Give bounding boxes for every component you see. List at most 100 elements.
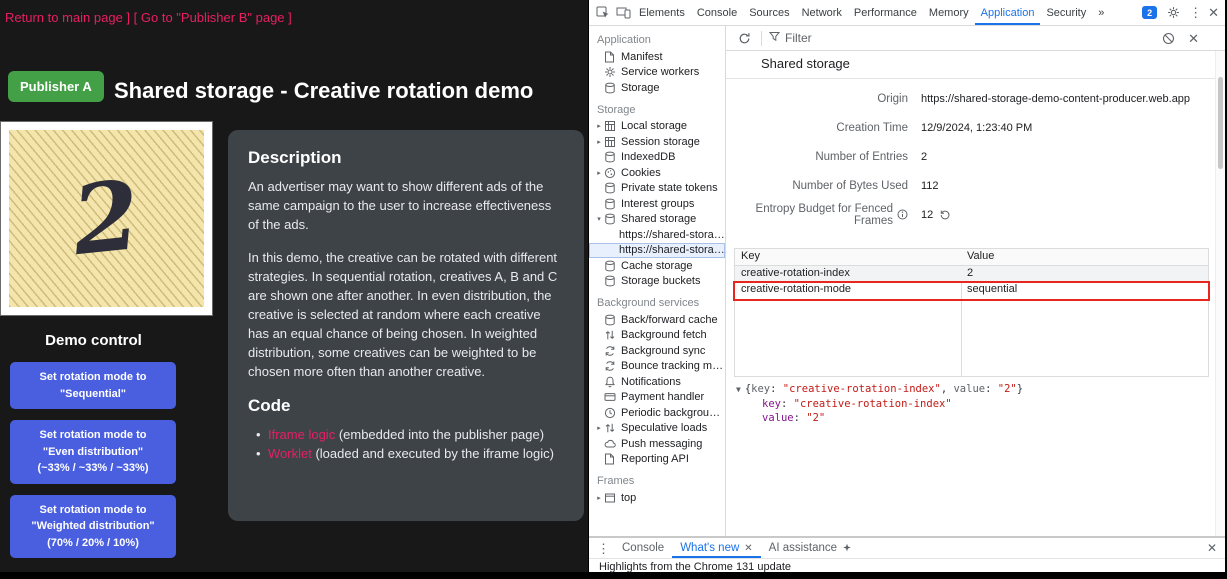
chevron-right-icon[interactable]: ▸ [594,424,604,432]
card-icon [604,391,617,403]
issues-badge[interactable]: 2 [1142,6,1157,19]
drawer-tab-ai-assistance[interactable]: AI assistance [761,538,860,558]
sidebar-item-top[interactable]: ▸top [589,490,725,506]
cookie-icon [604,167,617,179]
meta-label: Entropy Budget for Fenced Frames [734,203,908,227]
sidebar-item-label: Shared storage [621,213,696,225]
table-row-creative-rotation-index[interactable]: creative-rotation-index2 [735,266,1208,282]
return-main-page-link[interactable]: Return to main page ] [5,10,130,25]
meta-label: Number of Entries [734,151,908,163]
toolbar-separator [761,31,762,46]
frame-icon [604,492,617,504]
preview-summary[interactable]: ▼{key: "creative-rotation-index", value:… [736,382,1209,397]
scrollbar-thumb[interactable] [1218,77,1223,169]
sidebar-item-label: https://shared-storage… [619,229,725,241]
sidebar-item-payment-handler[interactable]: Payment handler [589,390,725,406]
drawer-tab-what-s-new[interactable]: What's new✕ [672,538,760,558]
ai-spark-icon [842,543,852,553]
rotation-mode-button-3[interactable]: Set rotation mode to"Weighted distributi… [10,495,176,559]
rotation-mode-button-1[interactable]: Set rotation mode to"Sequential" [10,362,176,409]
sidebar-item-service-workers[interactable]: Service workers [589,65,725,81]
sidebar-item-session-storage[interactable]: ▸Session storage [589,134,725,150]
drawer-close-icon[interactable]: ✕ [1207,541,1217,555]
chevron-right-icon[interactable]: ▸ [594,138,604,146]
filter-input[interactable]: Filter [769,31,812,45]
sidebar-item-background-fetch[interactable]: Background fetch [589,328,725,344]
devtools-drawer: ⋮ ConsoleWhat's new✕AI assistance ✕ High… [589,536,1225,572]
sidebar-item-notifications[interactable]: Notifications [589,374,725,390]
refresh-icon[interactable] [734,26,754,50]
preview-property-key: key: "creative-rotation-index" [762,397,1209,411]
sidebar-item-periodic-backgroun[interactable]: Periodic backgroun… [589,405,725,421]
kebab-menu-icon[interactable]: ⋮ [1189,6,1202,19]
chevron-down-icon[interactable]: ▾ [594,215,604,223]
devtools-tab-performance[interactable]: Performance [848,0,923,25]
table-row-creative-rotation-mode[interactable]: creative-rotation-modesequential [735,282,1208,298]
sidebar-item-push-messaging[interactable]: Push messaging [589,436,725,452]
table-col-value[interactable]: Value [961,249,1000,265]
table-col-key[interactable]: Key [735,249,961,265]
sidebar-item-interest-groups[interactable]: Interest groups [589,196,725,212]
device-toolbar-icon[interactable] [613,0,633,25]
delete-selected-icon[interactable]: ✕ [1188,32,1199,45]
rotation-mode-button-2[interactable]: Set rotation mode to"Even distribution"(… [10,420,176,484]
chevron-down-icon[interactable]: ▼ [736,385,741,394]
sidebar-item-storage-buckets[interactable]: Storage buckets [589,274,725,290]
top-nav: Return to main page ] [ Go to "Publisher… [5,10,292,25]
devtools-sidebar: ApplicationManifestService workersStorag… [589,26,726,536]
drawer-kebab-icon[interactable]: ⋮ [593,542,614,555]
devtools-tab-memory[interactable]: Memory [923,0,975,25]
ad-creative-frame[interactable]: 2 [1,122,212,315]
devtools-window: ElementsConsoleSourcesNetworkPerformance… [588,0,1225,572]
devtools-tab-[interactable]: » [1092,0,1110,25]
sidebar-item-shared-storage[interactable]: ▾ Shared storage [589,212,725,228]
sidebar-item-storage[interactable]: Storage [589,80,725,96]
table-header: Key Value [735,249,1208,266]
ad-creative-image: 2 [9,130,204,307]
sidebar-item-cache-storage[interactable]: Cache storage [589,258,725,274]
sidebar-item-speculative-loads[interactable]: ▸Speculative loads [589,421,725,437]
panel-scrollbar[interactable] [1215,51,1225,536]
chevron-right-icon[interactable]: ▸ [594,122,604,130]
updown-arrows-icon [604,422,617,434]
page-title: Shared storage - Creative rotation demo [114,78,533,104]
tab-close-icon[interactable]: ✕ [744,543,752,554]
devtools-tab-elements[interactable]: Elements [633,0,691,25]
devtools-tab-sources[interactable]: Sources [743,0,795,25]
drawer-tab-console[interactable]: Console [614,538,672,558]
inspect-element-icon[interactable] [593,0,613,25]
reset-icon[interactable] [939,209,951,221]
code-list-item: Iframe logic (embedded into the publishe… [248,426,564,445]
chevron-right-icon[interactable]: ▸ [594,169,604,177]
devtools-tab-console[interactable]: Console [691,0,743,25]
code-link-worklet[interactable]: Worklet [268,446,312,461]
chevron-right-icon[interactable]: ▸ [594,494,604,502]
settings-gear-icon[interactable] [1163,6,1183,19]
sidebar-item-bounce-tracking-miti[interactable]: Bounce tracking miti… [589,359,725,375]
sidebar-item-cookies[interactable]: ▸Cookies [589,165,725,181]
sidebar-item-private-state-tokens[interactable]: Private state tokens [589,181,725,197]
devtools-tab-network[interactable]: Network [796,0,848,25]
title-divider [726,78,1225,79]
devtools-tabbar: ElementsConsoleSourcesNetworkPerformance… [589,0,1225,26]
sync-icon [604,360,617,372]
sidebar-item-reporting-api[interactable]: Reporting API [589,452,725,468]
sidebar-item-https-shared-storage[interactable]: https://shared-storage… [589,227,725,243]
sidebar-item-background-sync[interactable]: Background sync [589,343,725,359]
info-icon[interactable] [897,209,908,220]
sidebar-item-https-shared-storage[interactable]: https://shared-storage… [589,243,725,259]
publisher-b-link[interactable]: [ Go to "Publisher B" page ] [134,10,292,25]
devtools-tab-application[interactable]: Application [975,0,1041,25]
devtools-tab-security[interactable]: Security [1040,0,1092,25]
devtools-close-icon[interactable]: ✕ [1208,6,1219,19]
application-panel: Filter ✕ Shared storage Originhttps://sh… [726,26,1225,536]
code-link-iframe-logic[interactable]: Iframe logic [268,427,335,442]
clear-all-icon[interactable] [1158,32,1178,45]
sidebar-item-indexeddb[interactable]: IndexedDB [589,150,725,166]
sidebar-item-label: Cache storage [621,260,693,272]
sidebar-item-label: Back/forward cache [621,314,718,326]
sidebar-item-manifest[interactable]: Manifest [589,49,725,65]
meta-row-entropy-budget-for-fenced-frames: Entropy Budget for Fenced Frames12 [734,200,1209,229]
sidebar-item-local-storage[interactable]: ▸Local storage [589,119,725,135]
sidebar-item-back-forward-cache[interactable]: Back/forward cache [589,312,725,328]
